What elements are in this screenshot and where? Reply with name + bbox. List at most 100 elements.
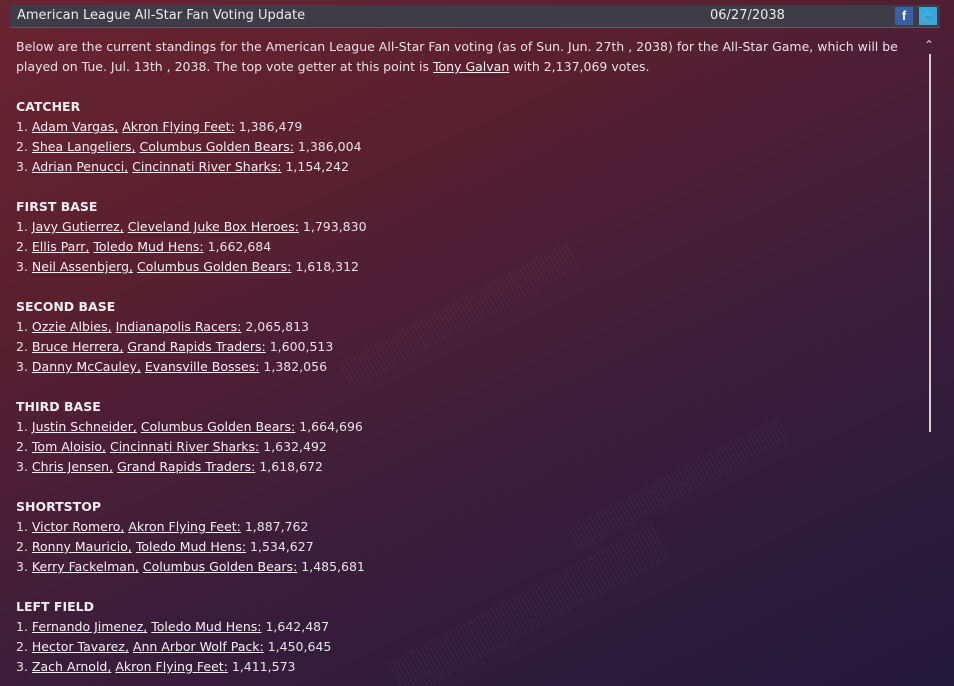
vote-entry: 3. Zach Arnold, Akron Flying Feet: 1,411… [16,657,911,677]
player-link-comma[interactable]: , [102,439,106,454]
entry-rank: 2. [16,139,32,154]
entry-rank: 2. [16,439,32,454]
entry-rank: 1. [16,219,32,234]
scrollbar[interactable]: ⌃ [922,38,938,433]
entry-rank: 2. [16,339,32,354]
player-link[interactable]: Hector Tavarez [32,639,125,654]
position-section: LEFT FIELD 1. Fernando Jimenez, Toledo Mu… [16,597,911,677]
player-link-comma[interactable]: , [107,659,111,674]
player-link[interactable]: Danny McCauley [32,359,137,374]
player-link-comma[interactable]: , [120,519,124,534]
team-link[interactable]: Akron Flying Feet: [115,659,228,674]
vote-count: 1,600,513 [265,339,334,354]
facebook-icon[interactable]: f [895,7,913,25]
position-heading: SHORTSTOP [16,499,101,514]
team-link[interactable]: Akron Flying Feet: [122,119,235,134]
player-link[interactable]: Ozzie Albies [32,319,108,334]
player-link[interactable]: Zach Arnold [32,659,107,674]
entry-rank: 1. [16,619,32,634]
player-link[interactable]: Javy Gutierrez [32,219,120,234]
player-link[interactable]: Kerry Fackelman [32,559,135,574]
vote-count: 1,485,681 [297,559,365,574]
vote-entry: 1. Javy Gutierrez, Cleveland Juke Box He… [16,217,911,237]
team-link[interactable]: Grand Rapids Traders: [117,459,255,474]
player-link[interactable]: Tom Aloisio [32,439,102,454]
player-link-comma[interactable]: , [114,119,118,134]
player-link-comma[interactable]: , [125,639,129,654]
player-link-comma[interactable]: , [124,159,128,174]
standings-list: CATCHER 1. Adam Vargas, Akron Flying Feet… [16,97,911,677]
vote-count: 1,664,696 [295,419,363,434]
vote-entry: 1. Adam Vargas, Akron Flying Feet: 1,386… [16,117,911,137]
player-link-comma[interactable]: , [129,259,133,274]
team-link[interactable]: Columbus Golden Bears: [141,419,295,434]
player-link-comma[interactable]: , [137,359,141,374]
vote-entry: 2. Tom Aloisio, Cincinnati River Sharks:… [16,437,911,457]
player-link-comma[interactable]: , [120,219,124,234]
vote-count: 1,618,672 [255,459,323,474]
vote-entry: 3. Danny McCauley, Evansville Bosses: 1,… [16,357,911,377]
position-heading: THIRD BASE [16,399,101,414]
player-link[interactable]: Ellis Parr [32,239,86,254]
player-link[interactable]: Shea Langeliers [32,139,132,154]
team-link[interactable]: Columbus Golden Bears: [137,259,291,274]
player-link-comma[interactable]: , [128,539,132,554]
team-link[interactable]: Evansville Bosses: [145,359,260,374]
team-link[interactable]: Toledo Mud Hens: [136,539,246,554]
vote-count: 1,154,242 [281,159,350,174]
twitter-icon[interactable]: 🐦 [919,7,937,25]
team-link[interactable]: Columbus Golden Bears: [143,559,297,574]
player-link[interactable]: Adam Vargas [32,119,114,134]
player-link[interactable]: Neil Assenbjerg [32,259,129,274]
entry-rank: 1. [16,519,32,534]
team-link[interactable]: Ann Arbor Wolf Pack: [133,639,264,654]
player-link[interactable]: Bruce Herrera [32,339,120,354]
vote-count: 1,662,684 [203,239,272,254]
title-bar: American League All-Star Fan Voting Upda… [10,5,940,28]
page-title: American League All-Star Fan Voting Upda… [17,8,306,23]
player-link[interactable]: Justin Schneider [32,419,133,434]
entry-rank: 3. [16,359,32,374]
team-link[interactable]: Grand Rapids Traders: [127,339,265,354]
player-link-comma[interactable]: , [133,419,137,434]
game-date: 06/27/2038 [710,8,785,23]
entry-rank: 3. [16,659,32,674]
position-heading: FIRST BASE [16,199,98,214]
player-link[interactable]: Fernando Jimenez [32,619,143,634]
leader-player-link[interactable]: Tony Galvan [433,59,509,74]
team-link[interactable]: Cincinnati River Sharks: [110,439,259,454]
vote-count: 1,382,056 [259,359,328,374]
player-link-comma[interactable]: , [109,459,113,474]
vote-count: 1,642,487 [261,619,330,634]
position-section: SECOND BASE 1. Ozzie Albies, Indianapolis… [16,297,911,377]
team-link[interactable]: Indianapolis Racers: [116,319,242,334]
player-link[interactable]: Adrian Penucci [32,159,124,174]
player-link-comma[interactable]: , [143,619,147,634]
vote-entry: 3. Chris Jensen, Grand Rapids Traders: 1… [16,457,911,477]
team-link[interactable]: Cleveland Juke Box Heroes: [128,219,299,234]
team-link[interactable]: Akron Flying Feet: [128,519,241,534]
player-link-comma[interactable]: , [85,239,89,254]
entry-rank: 3. [16,159,32,174]
position-section: THIRD BASE 1. Justin Schneider, Columbus … [16,397,911,477]
team-link[interactable]: Toledo Mud Hens: [93,239,203,254]
team-link[interactable]: Toledo Mud Hens: [151,619,261,634]
team-link[interactable]: Cincinnati River Sharks: [132,159,281,174]
player-link[interactable]: Chris Jensen [32,459,109,474]
position-heading: CATCHER [16,99,81,114]
player-link[interactable]: Victor Romero [32,519,120,534]
player-link-comma[interactable]: , [135,559,139,574]
article-intro: Below are the current standings for the … [16,37,911,77]
vote-count: 1,386,479 [234,119,303,134]
player-link-comma[interactable]: , [108,319,112,334]
position-section: FIRST BASE 1. Javy Gutierrez, Cleveland J… [16,197,911,277]
player-link-comma[interactable]: , [132,139,136,154]
vote-entry: 2. Bruce Herrera, Grand Rapids Traders: … [16,337,911,357]
team-link[interactable]: Columbus Golden Bears: [140,139,294,154]
vote-count: 1,534,627 [246,539,314,554]
scroll-up-icon[interactable]: ⌃ [924,38,934,52]
position-section: CATCHER 1. Adam Vargas, Akron Flying Feet… [16,97,911,177]
player-link[interactable]: Ronny Mauricio [32,539,128,554]
player-link-comma[interactable]: , [119,339,123,354]
scroll-track[interactable] [929,54,931,432]
